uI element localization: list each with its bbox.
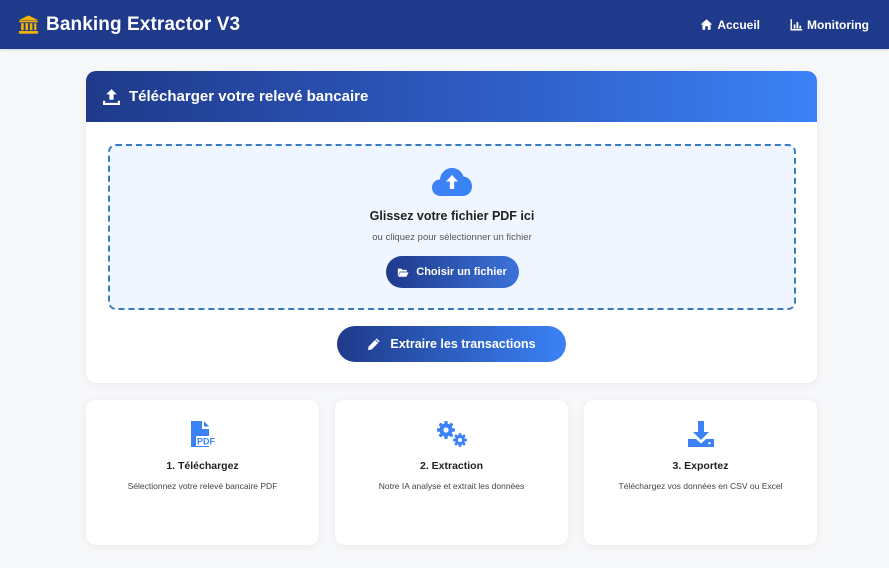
gears-icon [435,420,469,448]
step-description: Sélectionnez votre relevé bancaire PDF [127,481,278,491]
brand-link[interactable]: Banking Extractor V3 [18,14,240,36]
step-card-extraction: 2. Extraction Notre IA analyse et extrai… [335,400,568,545]
cloud-upload-icon [432,168,472,196]
upload-icon [103,89,120,105]
step-title: 3. Exportez [672,460,729,472]
pdf-dropzone[interactable]: Glissez votre fichier PDF ici ou cliquez… [108,144,796,310]
bank-icon [18,14,39,35]
nav-link-monitoring[interactable]: Monitoring [790,18,869,32]
step-title: 1. Téléchargez [166,460,239,472]
svg-text:PDF: PDF [197,437,216,447]
nav-link-label: Monitoring [807,17,869,32]
home-icon [700,19,713,30]
pdf-file-icon: PDF [189,420,217,448]
upload-card-header: Télécharger votre relevé bancaire [86,71,817,122]
step-title: 2. Extraction [419,460,484,472]
dropzone-title: Glissez votre fichier PDF ici [369,209,535,223]
choose-file-button[interactable]: Choisir un fichier [385,256,519,288]
folder-open-icon [398,268,409,277]
step-description: Téléchargez vos données en CSV ou Excel [618,481,783,491]
nav-links: Accueil Monitoring [700,18,869,32]
upload-card-title: Télécharger votre relevé bancaire [129,88,369,105]
extract-transactions-button[interactable]: Extraire les transactions [337,326,566,362]
chart-icon [790,19,803,31]
step-description: Notre IA analyse et extrait les données [378,481,525,491]
extract-transactions-label: Extraire les transactions [390,337,536,351]
nav-link-label: Accueil [717,17,761,32]
nav-link-accueil[interactable]: Accueil [700,18,760,32]
navbar: Banking Extractor V3 Accueil Monitoring [0,0,889,49]
step-card-upload: PDF 1. Téléchargez Sélectionnez votre re… [86,400,319,545]
brand-title: Banking Extractor V3 [46,13,241,35]
download-icon [687,420,715,448]
choose-file-label: Choisir un fichier [416,266,507,278]
step-card-export: 3. Exportez Téléchargez vos données en C… [584,400,817,545]
pencil-icon [368,338,381,351]
upload-card: Télécharger votre relevé bancaire Glisse… [86,71,817,383]
dropzone-subtitle: ou cliquez pour sélectionner un fichier [372,232,532,243]
